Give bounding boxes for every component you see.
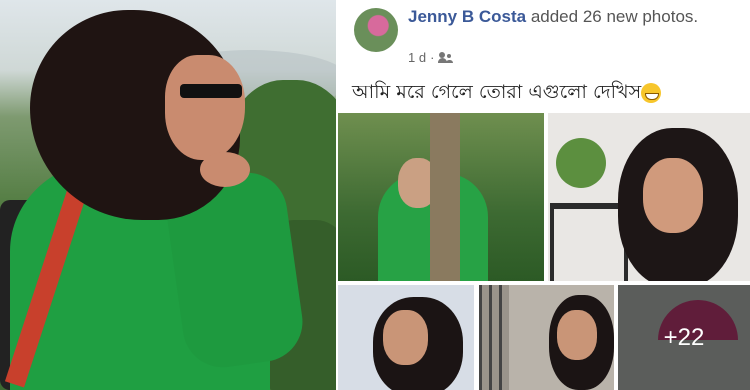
photo-3[interactable] <box>338 285 474 390</box>
cover-photo[interactable] <box>0 0 336 390</box>
photo-5-more[interactable]: +22 <box>618 285 750 390</box>
author-name-link[interactable]: Jenny B Costa <box>408 7 526 26</box>
post-header: Jenny B Costa added 26 new photos. <box>408 6 738 27</box>
photo-1[interactable] <box>338 113 544 281</box>
photo-2[interactable] <box>548 113 750 281</box>
post-message: আমি মরে গেলে তোরা এগুলো দেখিস <box>352 78 662 110</box>
post-message-text: আমি মরে গেলে তোরা এগুলো দেখিস <box>352 81 642 103</box>
post-meta: 1 d · <box>408 50 454 65</box>
post-action-text: added 26 new photos. <box>526 7 699 26</box>
friends-icon[interactable] <box>438 51 454 64</box>
photo-4[interactable] <box>479 285 614 390</box>
meta-separator: · <box>430 50 435 65</box>
author-avatar[interactable] <box>354 8 398 52</box>
post-timestamp[interactable]: 1 d <box>408 50 426 65</box>
grinning-face-emoji <box>641 82 662 103</box>
more-photos-count[interactable]: +22 <box>618 285 750 390</box>
